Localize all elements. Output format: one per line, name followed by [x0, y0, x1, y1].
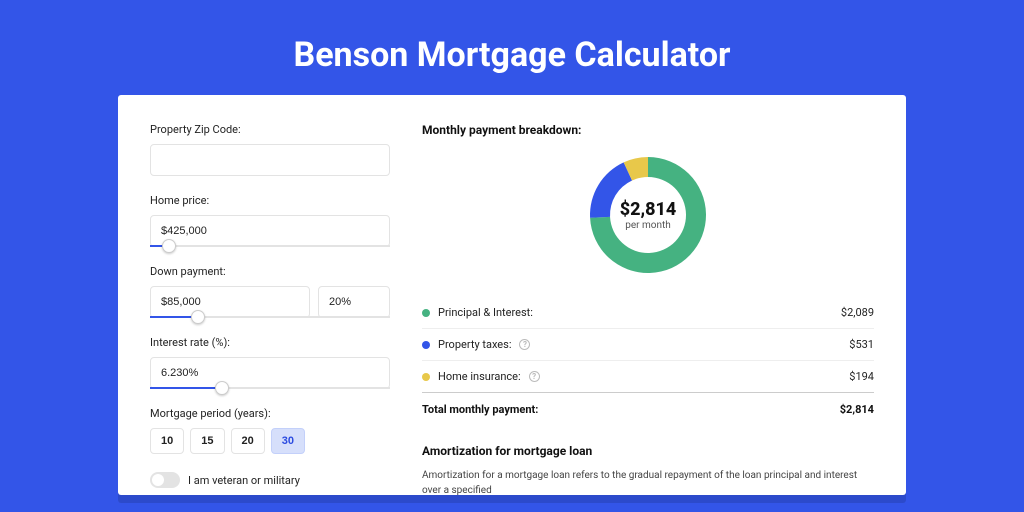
interest-block: Interest rate (%):: [150, 336, 390, 389]
amortization-heading: Amortization for mortgage loan: [422, 444, 874, 458]
legend-dot-icon: [422, 373, 430, 381]
home-price-label: Home price:: [150, 194, 390, 207]
period-option-10[interactable]: 10: [150, 428, 184, 454]
down-payment-input[interactable]: [150, 286, 310, 318]
breakdown-panel: Monthly payment breakdown: $2,814 per mo…: [422, 123, 874, 495]
legend-label: Property taxes:: [438, 338, 511, 351]
legend-label: Home insurance:: [438, 370, 521, 383]
home-price-input[interactable]: [150, 215, 390, 247]
total-value: $2,814: [840, 403, 874, 416]
interest-slider[interactable]: [150, 387, 390, 389]
veteran-toggle-label: I am veteran or military: [188, 474, 300, 487]
toggle-knob: [152, 474, 164, 486]
interest-label: Interest rate (%):: [150, 336, 390, 349]
legend-dot-icon: [422, 341, 430, 349]
period-option-15[interactable]: 15: [190, 428, 224, 454]
total-label: Total monthly payment:: [422, 403, 538, 416]
calculator-card: Property Zip Code: Home price: Down paym…: [118, 95, 906, 495]
donut-amount: $2,814: [620, 199, 677, 220]
legend-row: Home insurance:? $194: [422, 361, 874, 393]
veteran-toggle-row: I am veteran or military: [150, 472, 390, 488]
zip-block: Property Zip Code:: [150, 123, 390, 176]
home-price-slider[interactable]: [150, 245, 390, 247]
down-payment-label: Down payment:: [150, 265, 390, 278]
total-row: Total monthly payment: $2,814: [422, 393, 874, 430]
interest-input[interactable]: [150, 357, 390, 389]
donut-center: $2,814 per month: [588, 155, 708, 275]
slider-thumb[interactable]: [215, 381, 229, 395]
down-payment-slider[interactable]: [150, 316, 390, 318]
period-block: Mortgage period (years): 1015 2030: [150, 407, 390, 454]
zip-input[interactable]: [150, 144, 390, 176]
legend-dot-icon: [422, 309, 430, 317]
legend-value: $2,089: [841, 306, 874, 319]
form-panel: Property Zip Code: Home price: Down paym…: [150, 123, 390, 495]
legend-label: Principal & Interest:: [438, 306, 533, 319]
donut-chart: $2,814 per month: [588, 155, 708, 275]
donut-sub: per month: [625, 220, 671, 231]
down-payment-percent-input[interactable]: [318, 286, 390, 318]
veteran-toggle[interactable]: [150, 472, 180, 488]
info-icon[interactable]: ?: [519, 339, 530, 350]
slider-thumb[interactable]: [191, 310, 205, 324]
slider-thumb[interactable]: [162, 239, 176, 253]
info-icon[interactable]: ?: [529, 371, 540, 382]
amortization-text: Amortization for a mortgage loan refers …: [422, 468, 874, 495]
legend-value: $531: [849, 338, 874, 351]
legend: Principal & Interest: $2,089 Property taxe…: [422, 297, 874, 393]
breakdown-heading: Monthly payment breakdown:: [422, 123, 874, 137]
period-option-30[interactable]: 30: [271, 428, 305, 454]
home-price-block: Home price:: [150, 194, 390, 247]
period-label: Mortgage period (years):: [150, 407, 390, 420]
period-option-20[interactable]: 20: [231, 428, 265, 454]
down-payment-block: Down payment:: [150, 265, 390, 318]
donut-wrap: $2,814 per month: [422, 155, 874, 275]
legend-value: $194: [849, 370, 874, 383]
legend-row: Property taxes:? $531: [422, 329, 874, 361]
zip-label: Property Zip Code:: [150, 123, 390, 136]
page-title: Benson Mortgage Calculator: [0, 0, 1024, 95]
legend-row: Principal & Interest: $2,089: [422, 297, 874, 329]
